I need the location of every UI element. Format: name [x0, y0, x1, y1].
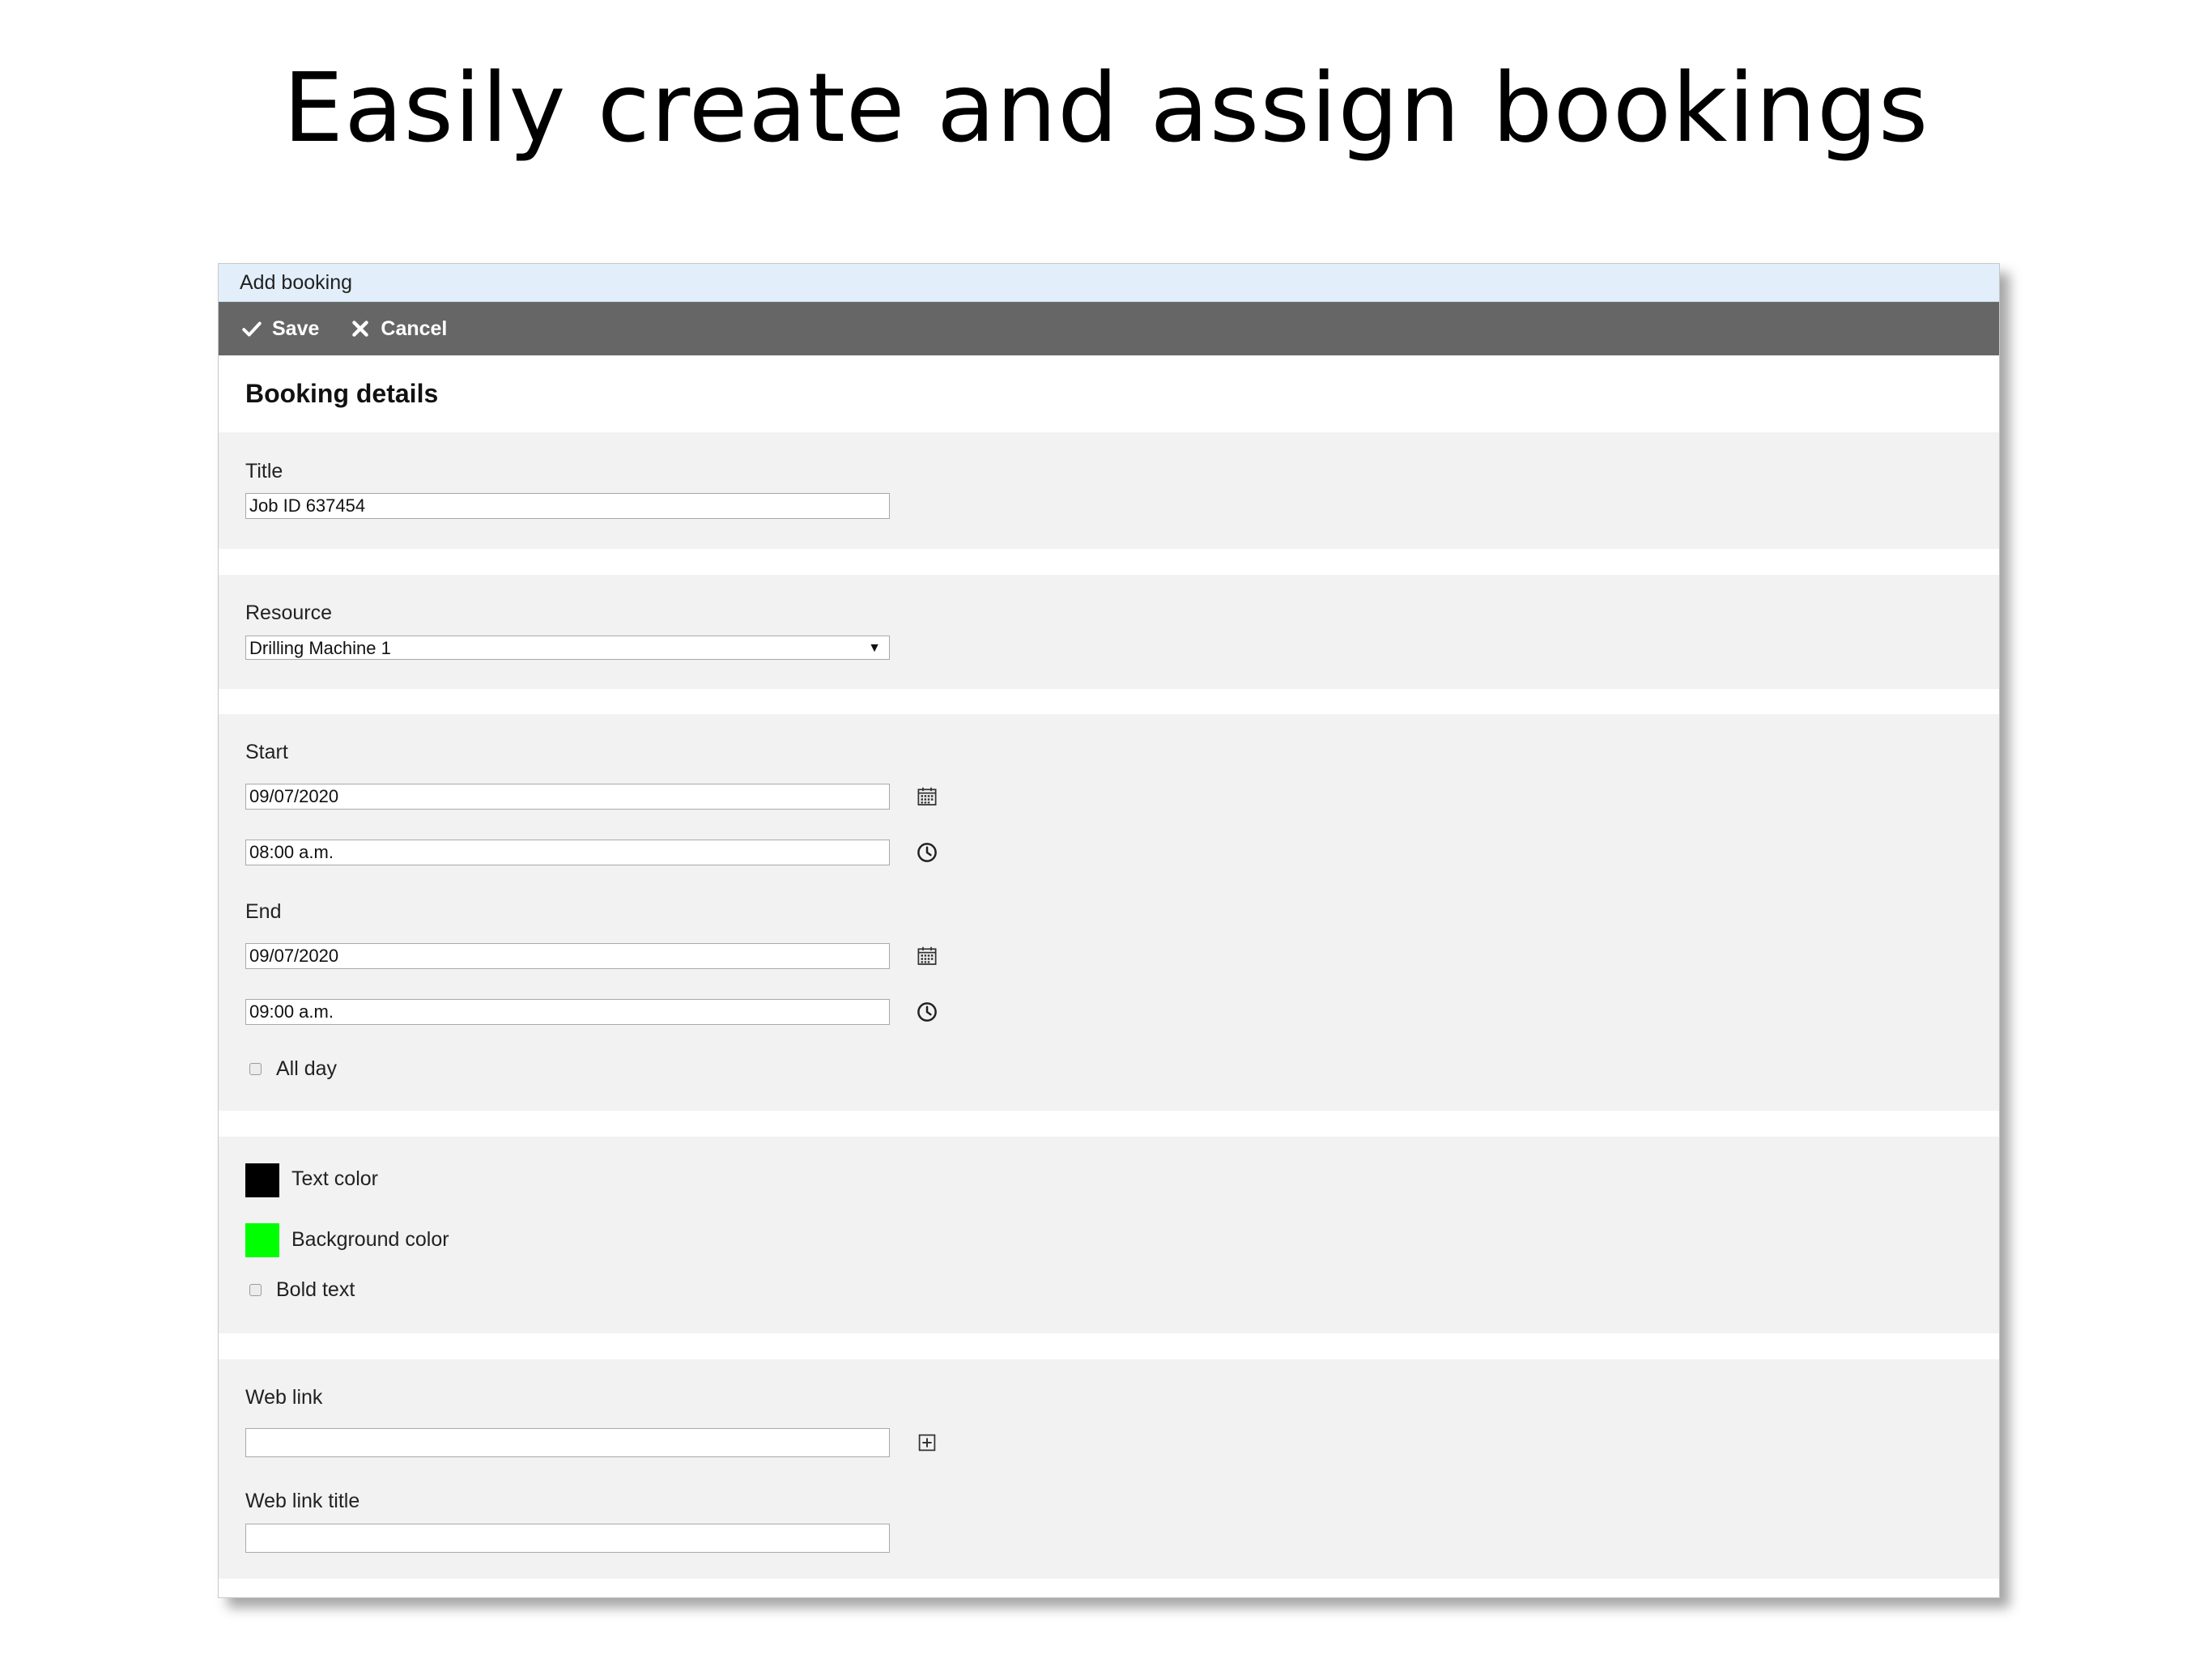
- web-link-title-label: Web link title: [245, 1490, 360, 1512]
- web-link-section: Web link Web link title: [219, 1359, 1999, 1579]
- cancel-button[interactable]: Cancel: [350, 317, 447, 341]
- bold-text-checkbox[interactable]: [249, 1284, 262, 1296]
- dialog-toolbar: Save Cancel: [219, 302, 1999, 355]
- all-day-label: All day: [276, 1057, 338, 1080]
- calendar-icon[interactable]: [915, 944, 939, 968]
- all-day-checkbox[interactable]: [249, 1063, 262, 1075]
- save-button[interactable]: Save: [241, 317, 319, 341]
- text-color-label: Text color: [291, 1167, 378, 1190]
- booking-details-heading: Booking details: [245, 379, 439, 408]
- end-label: End: [245, 900, 282, 923]
- end-time-input[interactable]: 09:00 a.m.: [245, 999, 890, 1025]
- add-booking-dialog: Add booking Save Cancel Booking details …: [218, 263, 2000, 1598]
- title-section: Title Job ID 637454: [219, 432, 1999, 549]
- resource-select[interactable]: Drilling Machine 1 ▼: [245, 636, 890, 660]
- clock-icon[interactable]: [915, 1000, 939, 1024]
- web-link-title-input[interactable]: [245, 1524, 890, 1553]
- start-date-input[interactable]: 09/07/2020: [245, 784, 890, 810]
- page-headline: Easily create and assign bookings: [283, 52, 1929, 164]
- web-link-label: Web link: [245, 1386, 323, 1409]
- end-date-input[interactable]: 09/07/2020: [245, 943, 890, 969]
- title-input[interactable]: Job ID 637454: [245, 493, 890, 519]
- plus-square-icon[interactable]: [915, 1431, 939, 1455]
- checkmark-icon: [242, 321, 262, 337]
- chevron-down-icon: ▼: [868, 641, 881, 655]
- title-label: Title: [245, 460, 283, 483]
- dialog-title: Add booking: [219, 264, 1999, 302]
- resource-section: Resource Drilling Machine 1 ▼: [219, 575, 1999, 689]
- start-label: Start: [245, 741, 288, 763]
- style-section: Text color Background color Bold text: [219, 1137, 1999, 1333]
- start-time-input[interactable]: 08:00 a.m.: [245, 840, 890, 865]
- cancel-button-label: Cancel: [381, 317, 448, 340]
- calendar-icon[interactable]: [915, 784, 939, 809]
- resource-selected-value: Drilling Machine 1: [249, 638, 391, 658]
- bold-text-label: Bold text: [276, 1278, 355, 1301]
- close-icon: [352, 321, 369, 337]
- text-color-swatch[interactable]: [245, 1163, 279, 1197]
- save-button-label: Save: [272, 317, 320, 340]
- resource-label: Resource: [245, 602, 332, 624]
- clock-icon[interactable]: [915, 840, 939, 865]
- date-section: Start 09/07/2020 08:00 a.m. End 09/07/20…: [219, 714, 1999, 1111]
- background-color-swatch[interactable]: [245, 1223, 279, 1257]
- web-link-input[interactable]: [245, 1428, 890, 1457]
- background-color-label: Background color: [291, 1228, 449, 1251]
